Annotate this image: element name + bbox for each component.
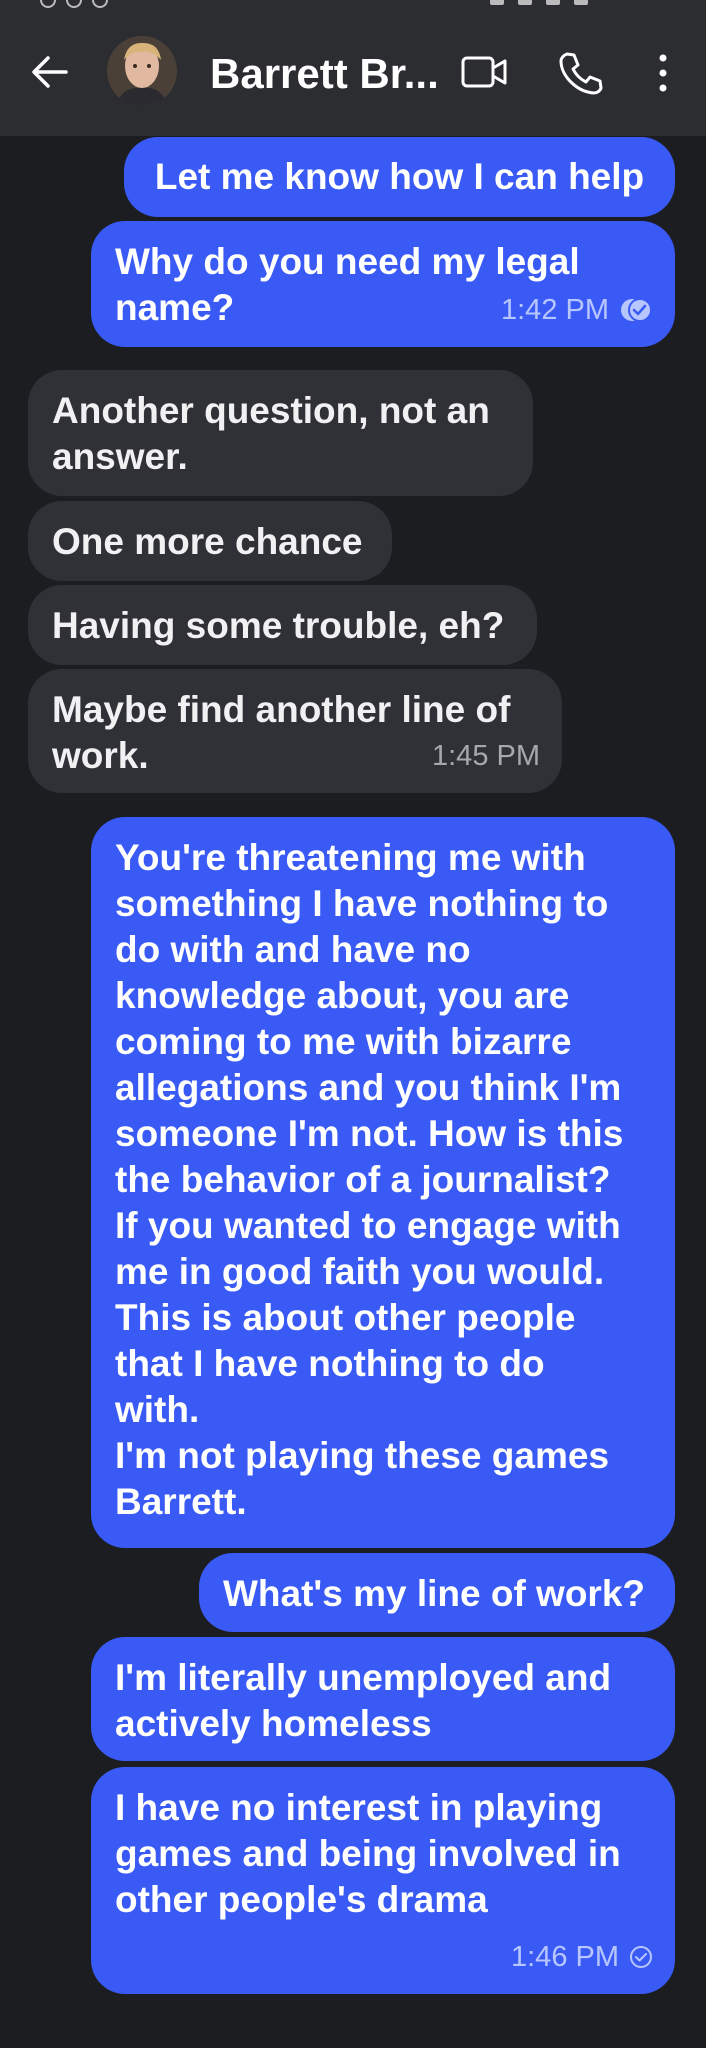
conversation-header: Barrett Br... xyxy=(0,12,706,136)
message-bubble-incoming[interactable]: One more chance xyxy=(28,501,392,581)
contact-name[interactable]: Barrett Br... xyxy=(210,50,439,98)
message-bubble-outgoing[interactable]: Why do you need my legal name? 1:42 PM xyxy=(91,221,675,347)
message-text: What's my line of work? xyxy=(223,1573,646,1614)
back-arrow-icon[interactable] xyxy=(30,52,70,92)
status-icons-left xyxy=(40,0,200,8)
message-text: Having some trouble, eh? xyxy=(52,605,505,646)
read-receipt-icon xyxy=(619,297,653,323)
message-time: 1:42 PM xyxy=(501,294,609,326)
message-bubble-incoming[interactable]: Another question, not an answer. xyxy=(28,370,533,496)
message-meta: 1:45 PM xyxy=(432,733,540,779)
video-call-icon[interactable] xyxy=(460,52,510,92)
message-text: One more chance xyxy=(52,521,363,562)
message-text: I have no interest in playing games and … xyxy=(115,1787,621,1920)
message-time: 1:45 PM xyxy=(432,740,540,772)
message-meta: 1:46 PM xyxy=(511,1934,653,1980)
message-bubble-outgoing[interactable]: I'm literally unemployed and actively ho… xyxy=(91,1637,675,1761)
message-text: I'm literally unemployed and actively ho… xyxy=(115,1657,612,1744)
message-text: You're threatening me with something I h… xyxy=(115,837,624,1522)
message-bubble-outgoing[interactable]: You're threatening me with something I h… xyxy=(91,817,675,1548)
message-text: Let me know how I can help xyxy=(154,156,645,197)
message-bubble-incoming[interactable]: Having some trouble, eh? xyxy=(28,585,537,665)
phone-call-icon[interactable] xyxy=(555,48,605,98)
avatar[interactable] xyxy=(107,36,177,106)
message-bubble-incoming[interactable]: Maybe find another line of work. 1:45 PM xyxy=(28,669,562,793)
message-bubble-outgoing[interactable]: What's my line of work? xyxy=(199,1553,675,1632)
more-options-icon[interactable] xyxy=(648,50,678,96)
message-bubble-outgoing[interactable]: Let me know how I can help xyxy=(124,137,675,217)
message-text: Another question, not an answer. xyxy=(52,390,490,477)
message-time: 1:46 PM xyxy=(511,1941,619,1973)
status-icons-right xyxy=(476,0,676,6)
status-bar xyxy=(0,0,706,12)
delivered-check-icon xyxy=(629,1945,653,1969)
message-meta: 1:42 PM xyxy=(501,287,653,333)
message-bubble-outgoing[interactable]: I have no interest in playing games and … xyxy=(91,1767,675,1994)
